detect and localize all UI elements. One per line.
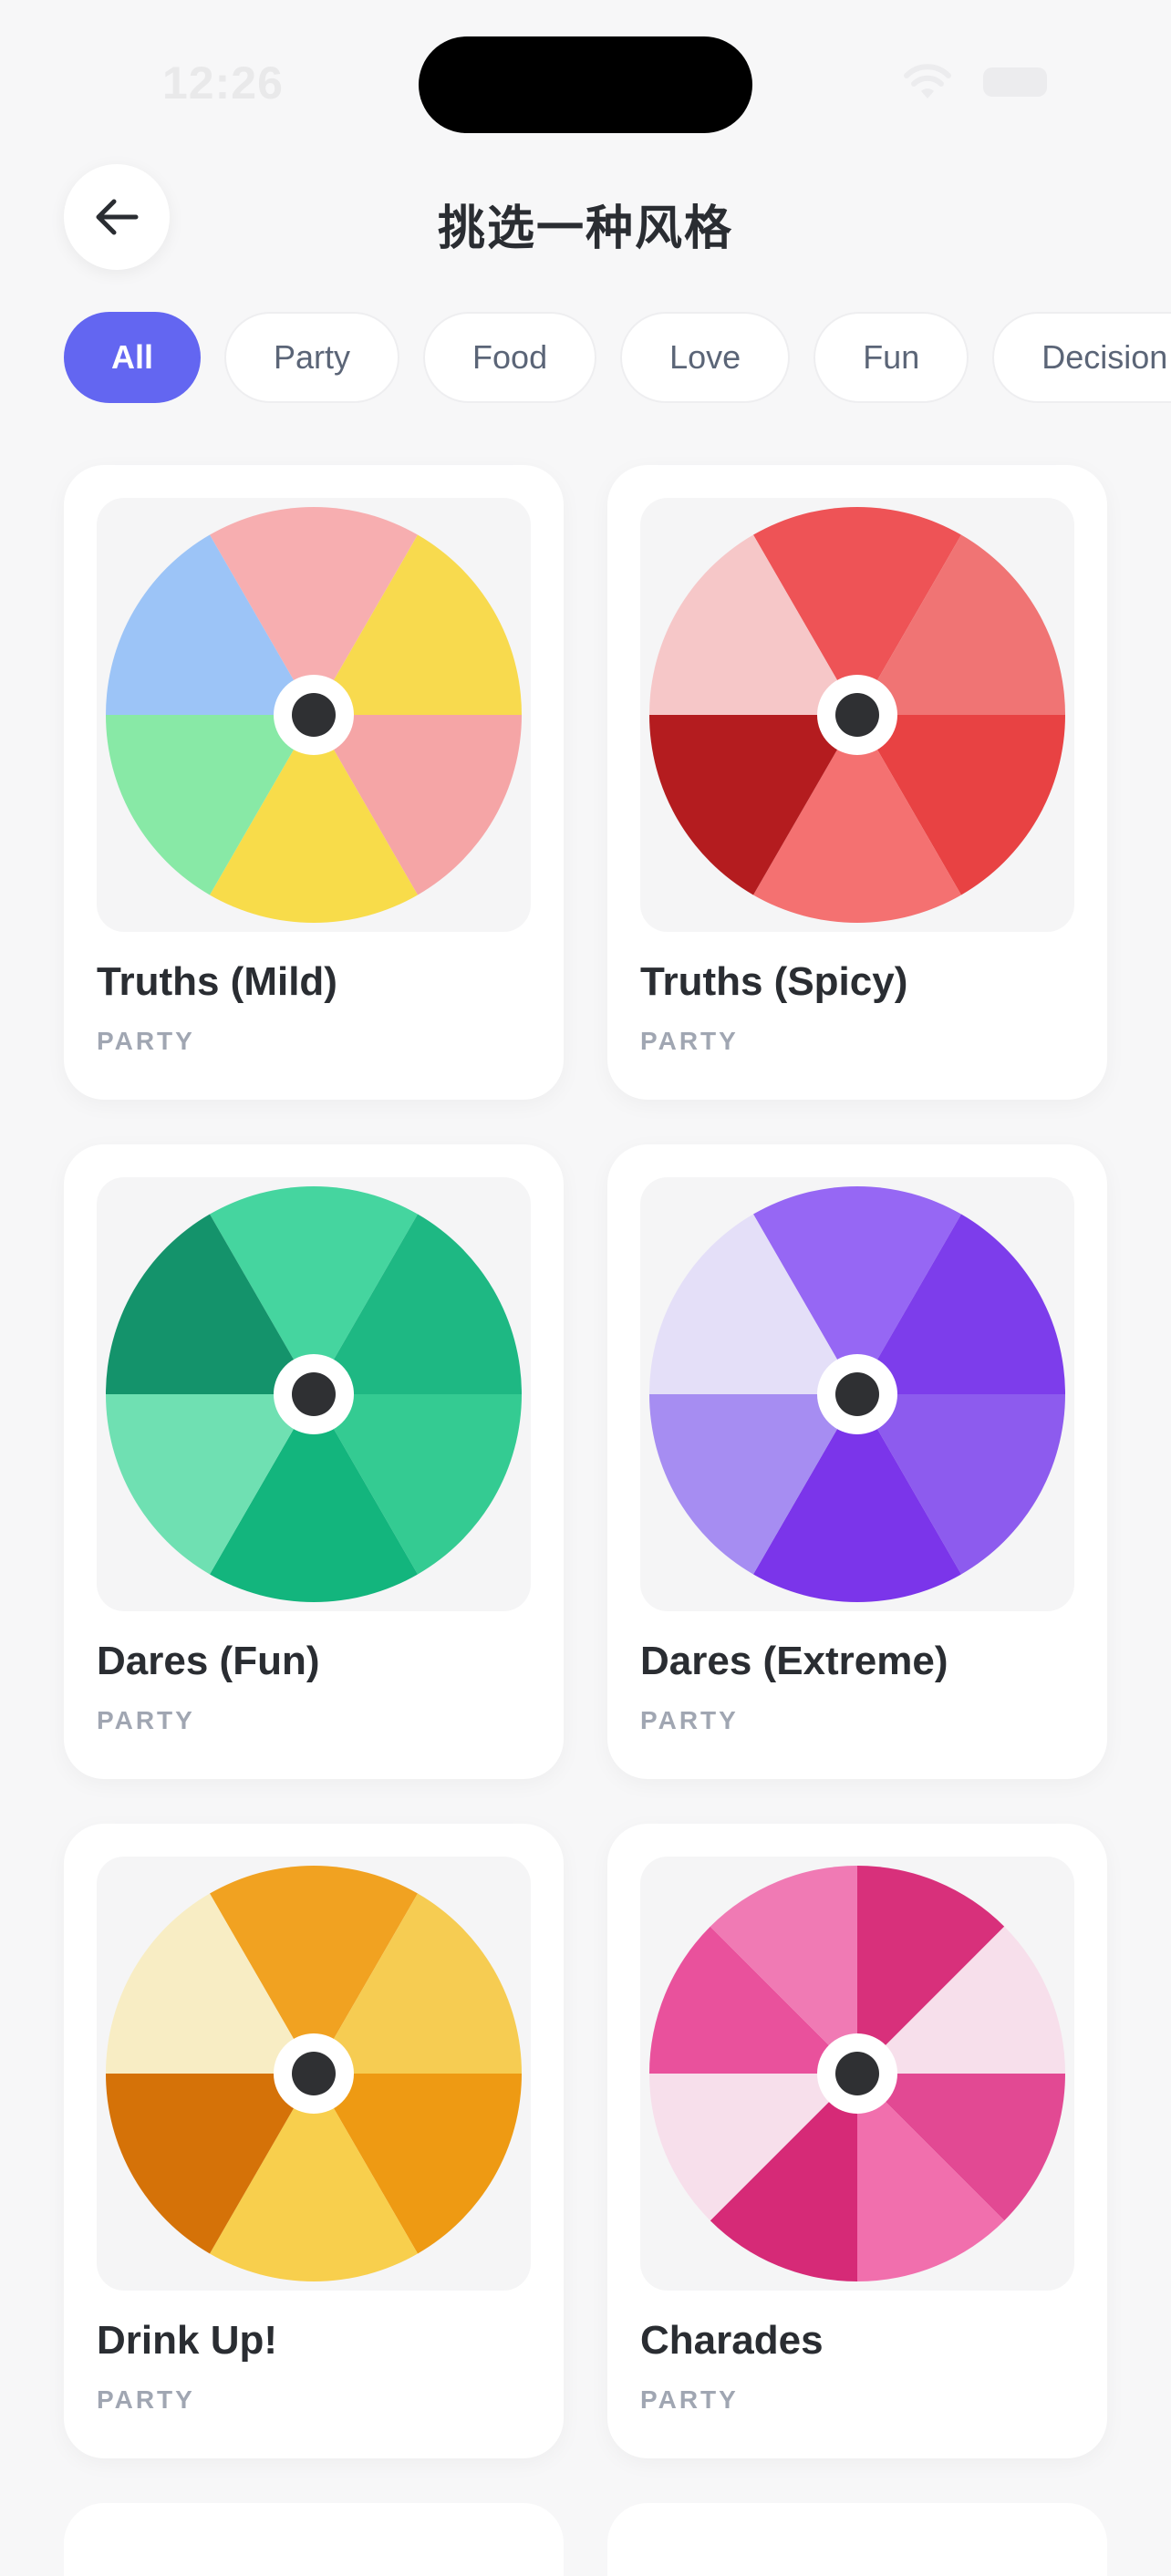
style-card-title: Truths (Spicy) [640,959,908,1004]
style-card-title: Charades [640,2318,824,2363]
style-card-partial[interactable] [64,2503,564,2576]
wheel-preview [640,498,1074,932]
style-card-partial[interactable] [607,2503,1107,2576]
style-card[interactable]: Drink Up! PARTY [64,1824,564,2458]
style-card[interactable]: Dares (Extreme) PARTY [607,1144,1107,1779]
style-card-title: Dares (Fun) [97,1639,320,1683]
wheel-hub-center [835,1372,879,1416]
wheel-preview [640,1177,1074,1611]
wheel-icon [649,507,1065,923]
header: 挑选一种风格 [0,164,1171,274]
style-card[interactable]: Truths (Mild) PARTY [64,465,564,1100]
filter-chip-love[interactable]: Love [620,312,791,403]
dynamic-island [419,36,752,133]
filter-chip-fun[interactable]: Fun [813,312,969,403]
wheel-icon [106,507,522,923]
wheel-preview [97,498,531,932]
page-title: 挑选一种风格 [437,202,733,255]
status-time: 12:26 [162,57,284,109]
style-card-title: Truths (Mild) [97,959,337,1004]
style-card-title: Dares (Extreme) [640,1639,948,1683]
style-card-category: PARTY [640,1706,739,1734]
status-bar: 12:26 [0,0,1171,164]
filter-chip-all[interactable]: All [64,312,202,403]
wheel-hub-center [835,693,879,737]
style-card-category: PARTY [640,1027,739,1055]
filter-chip-party[interactable]: Party [224,312,400,403]
wheel-preview [97,1857,531,2291]
style-card[interactable]: Dares (Fun) PARTY [64,1144,564,1779]
filter-chip-food[interactable]: Food [423,312,597,403]
wheel-icon [649,1186,1065,1602]
style-card[interactable]: Truths (Spicy) PARTY [607,465,1107,1100]
style-card-category: PARTY [97,1706,195,1734]
style-card-title: Drink Up! [97,2318,277,2363]
wheel-hub-center [835,2052,879,2095]
wheel-hub-center [292,693,336,737]
wheel-icon [649,1866,1065,2281]
filter-chips: All Party Food Love Fun Decision [64,312,1171,407]
wheel-preview [97,1177,531,1611]
filter-chip-decision[interactable]: Decision [992,312,1171,403]
style-card-category: PARTY [97,2385,195,2414]
wifi-icon [904,64,951,98]
style-card[interactable]: Charades PARTY [607,1824,1107,2458]
wheel-icon [106,1186,522,1602]
style-card-category: PARTY [640,2385,739,2414]
wheel-preview [640,1857,1074,2291]
wheel-hub-center [292,1372,336,1416]
wheel-icon [106,1866,522,2281]
wheel-hub-center [292,2052,336,2095]
style-card-category: PARTY [97,1027,195,1055]
battery-icon [983,67,1047,97]
